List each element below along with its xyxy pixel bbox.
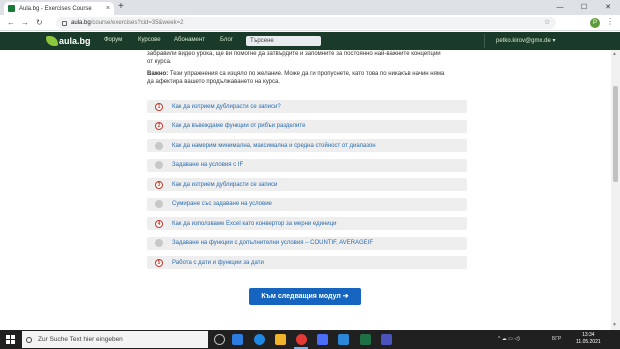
browser-tab-strip: Aula.bg - Exercises Course × + — ☐ ✕ xyxy=(0,0,620,15)
browser-menu-icon[interactable]: ⋮ xyxy=(606,17,614,26)
exercise-item[interactable]: 2 Как да въвеждаме функции от рибъи разд… xyxy=(147,119,467,133)
cortana-icon[interactable] xyxy=(214,334,225,345)
exercise-status-dot xyxy=(155,239,163,247)
browser-toolbar: ← → ↻ aula.bg/course/exercises?cid=35&we… xyxy=(0,15,620,31)
exercise-item[interactable]: Задаване на условия с IF xyxy=(147,158,467,172)
system-tray-icons[interactable]: ^ ☁ ▭ ◁) xyxy=(498,336,520,342)
tab-title: Aula.bg - Exercises Course xyxy=(19,5,92,12)
intro-text: забравили видео урока, ще ви помогне да … xyxy=(147,51,441,65)
exercise-item[interactable]: 1 Как да изтрием дублирасти се записи? xyxy=(147,100,467,113)
logo-mark-icon xyxy=(46,36,58,46)
excel-icon[interactable] xyxy=(360,334,371,345)
logo-text: aula.bg xyxy=(59,36,91,46)
url-text: aula.bg/course/exercises?cid=35&week=2 xyxy=(71,20,184,26)
exercise-link[interactable]: Как да изтрием дублирасти се записи xyxy=(172,182,277,188)
nav-subscription[interactable]: Абонамент xyxy=(174,37,205,43)
exercise-number-badge: 1 xyxy=(155,102,163,111)
scrollbar-thumb[interactable] xyxy=(613,86,618,182)
exercise-link[interactable]: Задаване на функции с допълнителни услов… xyxy=(172,240,373,246)
taskbar-search-text: Zur Suche Text hier eingeben xyxy=(38,336,123,343)
exercise-number-badge: 4 xyxy=(155,219,163,228)
exercise-status-dot xyxy=(155,161,163,169)
exercise-status-dot xyxy=(155,200,163,208)
exercise-status-dot xyxy=(155,141,163,150)
exercise-link[interactable]: Как да изтрием дублирасти се записи? xyxy=(172,104,281,110)
new-tab-button[interactable]: + xyxy=(118,1,124,12)
restore-button[interactable]: ☐ xyxy=(572,0,596,15)
back-button[interactable]: ← xyxy=(7,18,15,28)
zoom-icon[interactable] xyxy=(317,334,328,345)
exercise-item[interactable]: 3 Как да изтрием дублирасти се записи xyxy=(147,178,467,191)
exercise-link[interactable]: Как да намерим минимална, максимална и с… xyxy=(172,143,376,149)
bookmark-star-icon[interactable]: ☆ xyxy=(544,18,550,26)
exercise-link[interactable]: Как да използваме Excel като конвертор з… xyxy=(172,221,336,227)
lock-icon xyxy=(62,20,67,26)
exercise-number-badge: 2 xyxy=(155,122,163,130)
edge-icon[interactable] xyxy=(254,334,265,345)
site-logo[interactable]: aula.bg xyxy=(46,34,91,48)
exercise-number-badge: 5 xyxy=(155,258,163,267)
outlook-icon[interactable] xyxy=(338,334,349,345)
task-view-icon[interactable] xyxy=(232,334,243,345)
note-label: Важно: xyxy=(147,71,169,77)
nav-forum[interactable]: Форум xyxy=(104,37,122,43)
taskbar-search-input[interactable]: Zur Suche Text hier eingeben xyxy=(22,331,208,348)
file-explorer-icon[interactable] xyxy=(275,334,286,345)
next-module-button[interactable]: Към следващия модул ➔ xyxy=(249,288,361,305)
search-icon xyxy=(26,336,32,343)
exercise-link[interactable]: Сумиране със задаване на условие xyxy=(172,201,272,207)
clock-date: 11.05.2021 xyxy=(576,339,601,345)
reload-button[interactable]: ↻ xyxy=(36,18,43,28)
exercise-item[interactable]: Сумиране със задаване на условие xyxy=(147,197,467,211)
language-indicator[interactable]: БГР xyxy=(552,336,561,342)
site-search-input[interactable]: Търсене xyxy=(246,36,321,46)
address-bar[interactable]: aula.bg/course/exercises?cid=35&week=2 xyxy=(56,17,556,29)
site-favicon-icon xyxy=(8,5,15,12)
important-note: Важно: Тези упражнения са изцяло по жела… xyxy=(147,71,445,85)
scroll-down-icon[interactable]: ▼ xyxy=(612,322,617,328)
nav-blog[interactable]: Блог xyxy=(220,37,233,43)
exercises-content: забравили видео урока, ще ви помогне да … xyxy=(147,50,467,315)
exercise-item[interactable]: 4 Как да използваме Excel като конвертор… xyxy=(147,217,467,230)
scroll-up-icon[interactable]: ▲ xyxy=(612,51,617,57)
exercise-link[interactable]: Задаване на условия с IF xyxy=(172,162,243,168)
chrome-icon[interactable] xyxy=(296,334,307,345)
windows-start-icon[interactable] xyxy=(6,335,15,344)
forward-button[interactable]: → xyxy=(21,18,29,28)
exercise-link[interactable]: Работа с дати и функции за дати xyxy=(172,260,264,266)
exercise-link[interactable]: Как да въвеждаме функции от рибъи раздел… xyxy=(172,123,305,129)
exercise-list: 1 Как да изтрием дублирасти се записи? 2… xyxy=(147,100,467,276)
exercise-number-badge: 3 xyxy=(155,180,163,189)
minimize-button[interactable]: — xyxy=(548,0,572,15)
taskbar-clock[interactable]: 13:34 11.05.2021 xyxy=(576,332,601,346)
windows-taskbar: Zur Suche Text hier eingeben ^ ☁ ▭ ◁) БГ… xyxy=(0,330,620,349)
exercise-item[interactable]: 5 Работа с дати и функции за дати xyxy=(147,256,467,269)
exercise-item[interactable]: Задаване на функции с допълнителни услов… xyxy=(147,236,467,250)
close-window-button[interactable]: ✕ xyxy=(596,0,620,15)
user-menu[interactable]: petko.kirov@gmx.de ▾ xyxy=(496,37,555,44)
nav-courses[interactable]: Курсове xyxy=(138,37,161,43)
teams-icon[interactable] xyxy=(381,334,392,345)
navbar-divider xyxy=(484,34,485,48)
profile-avatar[interactable]: P xyxy=(590,18,600,28)
page-scrollbar[interactable]: ▲ ▼ xyxy=(611,50,620,330)
browser-tab[interactable]: Aula.bg - Exercises Course × xyxy=(4,2,114,15)
clock-time: 13:34 xyxy=(582,332,595,338)
site-navbar: aula.bg Форум Курсове Абонамент Блог Тър… xyxy=(0,32,620,50)
close-tab-icon[interactable]: × xyxy=(106,5,110,12)
exercise-item[interactable]: Как да намерим минимална, максимална и с… xyxy=(147,139,467,152)
